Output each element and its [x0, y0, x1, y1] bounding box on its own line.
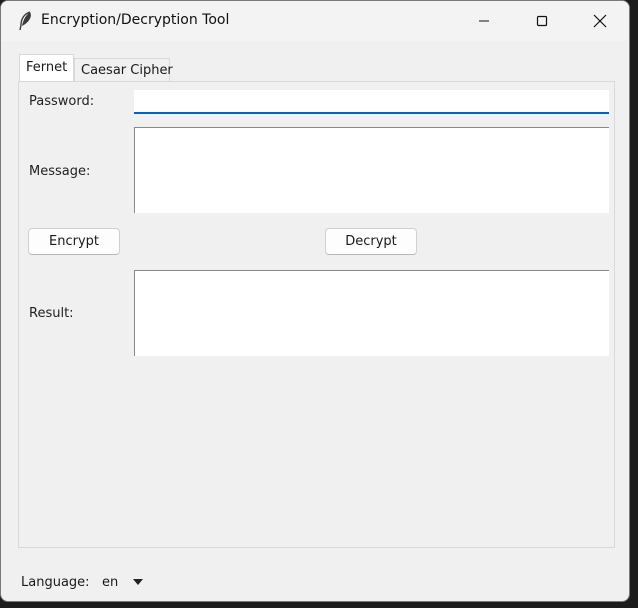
message-label: Message:: [29, 164, 91, 179]
fernet-panel: Password: Message: Encrypt Decrypt Resul…: [18, 81, 615, 548]
decrypt-button[interactable]: Decrypt: [325, 228, 417, 255]
password-input[interactable]: [134, 90, 609, 114]
window-title: Encryption/Decryption Tool: [41, 12, 230, 28]
maximize-button[interactable]: [513, 1, 571, 41]
tab-fernet[interactable]: Fernet: [19, 54, 74, 81]
minimize-button[interactable]: [455, 1, 513, 41]
maximize-icon: [536, 15, 548, 27]
feather-icon: [19, 11, 31, 31]
encrypt-button[interactable]: Encrypt: [28, 228, 120, 255]
tab-caesar-cipher[interactable]: Caesar Cipher: [74, 58, 173, 82]
result-textarea[interactable]: [134, 270, 609, 356]
message-textarea[interactable]: [134, 127, 609, 213]
close-button[interactable]: [571, 1, 629, 41]
password-label: Password:: [29, 94, 95, 109]
language-select[interactable]: en: [102, 575, 118, 590]
title-bar: Encryption/Decryption Tool: [1, 1, 629, 41]
app-window: Encryption/Decryption Tool Fernet Caesar…: [0, 0, 630, 602]
minimize-icon: [479, 20, 489, 22]
dropdown-arrow-icon[interactable]: [133, 579, 143, 585]
close-icon: [593, 14, 607, 28]
result-label: Result:: [29, 306, 74, 321]
language-label: Language:: [21, 575, 90, 590]
